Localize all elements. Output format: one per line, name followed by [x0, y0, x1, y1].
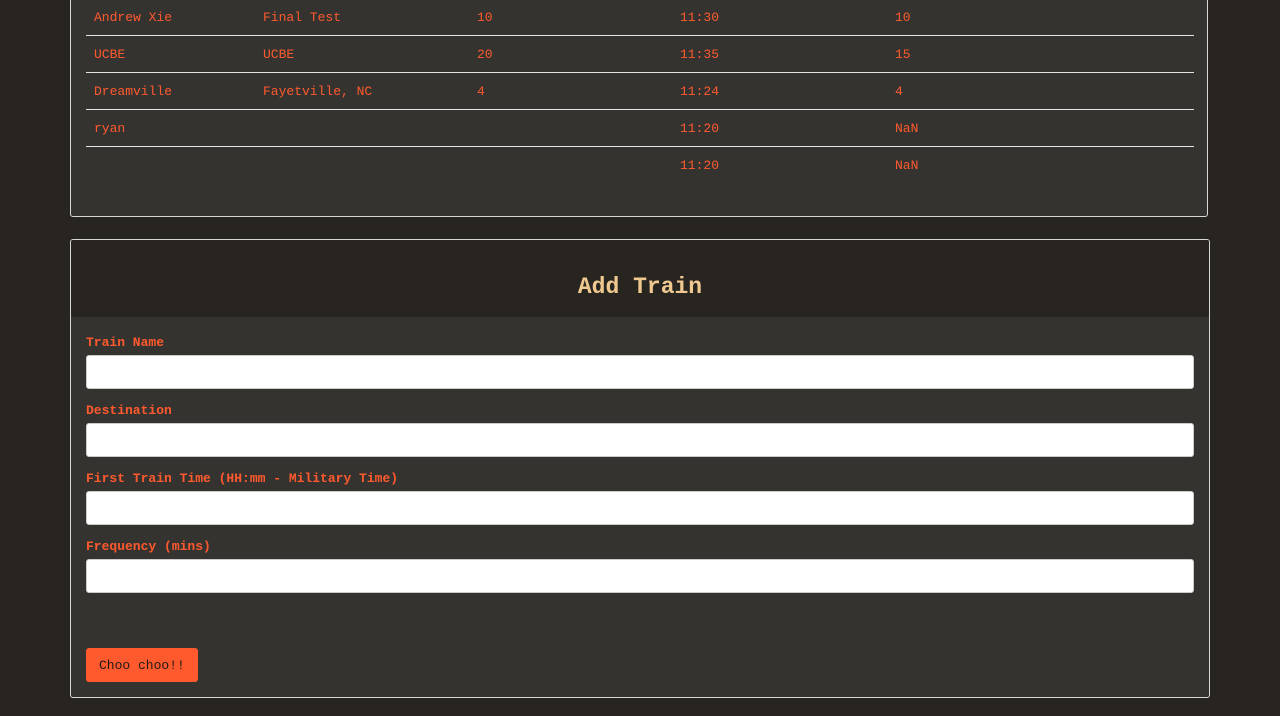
next-arrival-cell: 11:35: [672, 35, 887, 73]
train-schedule-panel: Andrew Xie Final Test 10 11:30 10 UCBE U…: [70, 0, 1208, 217]
frequency-cell: 4: [469, 72, 672, 110]
table-row: Andrew Xie Final Test 10 11:30 10: [86, 0, 1194, 36]
next-arrival-cell: 11:20: [680, 157, 720, 173]
frequency-input[interactable]: [86, 559, 1194, 593]
destination-cell: [255, 109, 469, 147]
train-name-cell: ryan: [86, 109, 255, 147]
add-train-header: Add Train: [71, 240, 1209, 317]
first-train-time-label: First Train Time (HH:mm - Military Time): [86, 471, 399, 486]
next-arrival-cell: 11:20: [672, 109, 887, 147]
train-schedule-table: Andrew Xie Final Test 10 11:30 10 UCBE U…: [86, 0, 1194, 183]
table-row: 11:20 NaN: [86, 147, 1194, 184]
first-train-time-field-group: First Train Time (HH:mm - Military Time): [86, 471, 1194, 525]
train-name-field-group: Train Name: [86, 335, 1194, 389]
destination-cell: Final Test: [255, 0, 469, 36]
destination-input[interactable]: [86, 423, 1194, 457]
submit-button[interactable]: Choo choo!!: [86, 648, 198, 682]
add-train-panel: Add Train Train Name Destination First T…: [70, 239, 1210, 698]
frequency-cell: [469, 109, 672, 147]
minutes-away-cell: NaN: [895, 157, 919, 173]
table-row: ryan 11:20 NaN: [86, 109, 1194, 147]
train-name-cell: UCBE: [86, 35, 255, 73]
add-train-title: Add Train: [577, 274, 703, 300]
table-row: UCBE UCBE 20 11:35 15: [86, 35, 1194, 73]
train-name-cell: Andrew Xie: [86, 0, 255, 36]
minutes-away-cell: NaN: [887, 109, 1194, 147]
train-name-cell: Dreamville: [86, 72, 255, 110]
frequency-field-group: Frequency (mins): [86, 539, 1194, 593]
add-train-form: Train Name Destination First Train Time …: [71, 317, 1209, 593]
minutes-away-cell: 15: [887, 35, 1194, 73]
frequency-cell: [469, 147, 672, 184]
destination-label: Destination: [86, 403, 172, 418]
destination-cell: Fayetville, NC: [255, 72, 469, 110]
train-name-cell: [86, 147, 255, 184]
first-train-time-input[interactable]: [86, 491, 1194, 525]
minutes-away-cell: 4: [887, 72, 1194, 110]
destination-cell: UCBE: [255, 35, 469, 73]
minutes-away-cell: 10: [887, 0, 1194, 36]
train-name-label: Train Name: [86, 335, 165, 350]
destination-cell: [255, 147, 469, 184]
frequency-cell: 10: [469, 0, 672, 36]
train-name-input[interactable]: [86, 355, 1194, 389]
next-arrival-cell: 11:30: [672, 0, 887, 36]
next-arrival-cell: 11:24: [672, 72, 887, 110]
frequency-label: Frequency (mins): [86, 539, 211, 554]
table-row: Dreamville Fayetville, NC 4 11:24 4: [86, 72, 1194, 110]
frequency-cell: 20: [469, 35, 672, 73]
destination-field-group: Destination: [86, 403, 1194, 457]
